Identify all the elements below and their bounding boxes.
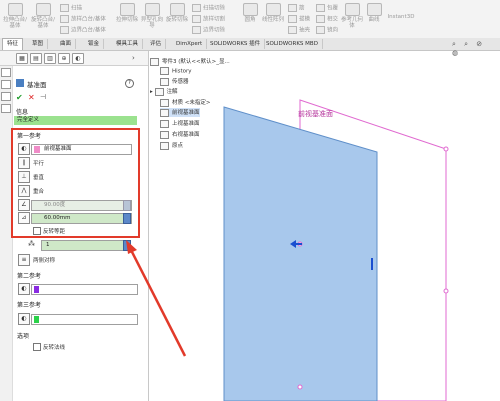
edge-handle[interactable] (443, 288, 449, 294)
direction-arrow-shaft (296, 243, 302, 245)
plane-label: 前视基准面 (298, 109, 333, 118)
annotation-arrow-line (128, 247, 187, 357)
corner-handle[interactable] (443, 146, 449, 152)
graphics-area[interactable]: 前视基准面 (0, 0, 500, 401)
bottom-handle[interactable] (297, 384, 303, 390)
annotation-arrow-head (126, 240, 137, 254)
direction-marker-right[interactable] (371, 258, 373, 270)
front-plane-shape[interactable] (223, 106, 378, 401)
